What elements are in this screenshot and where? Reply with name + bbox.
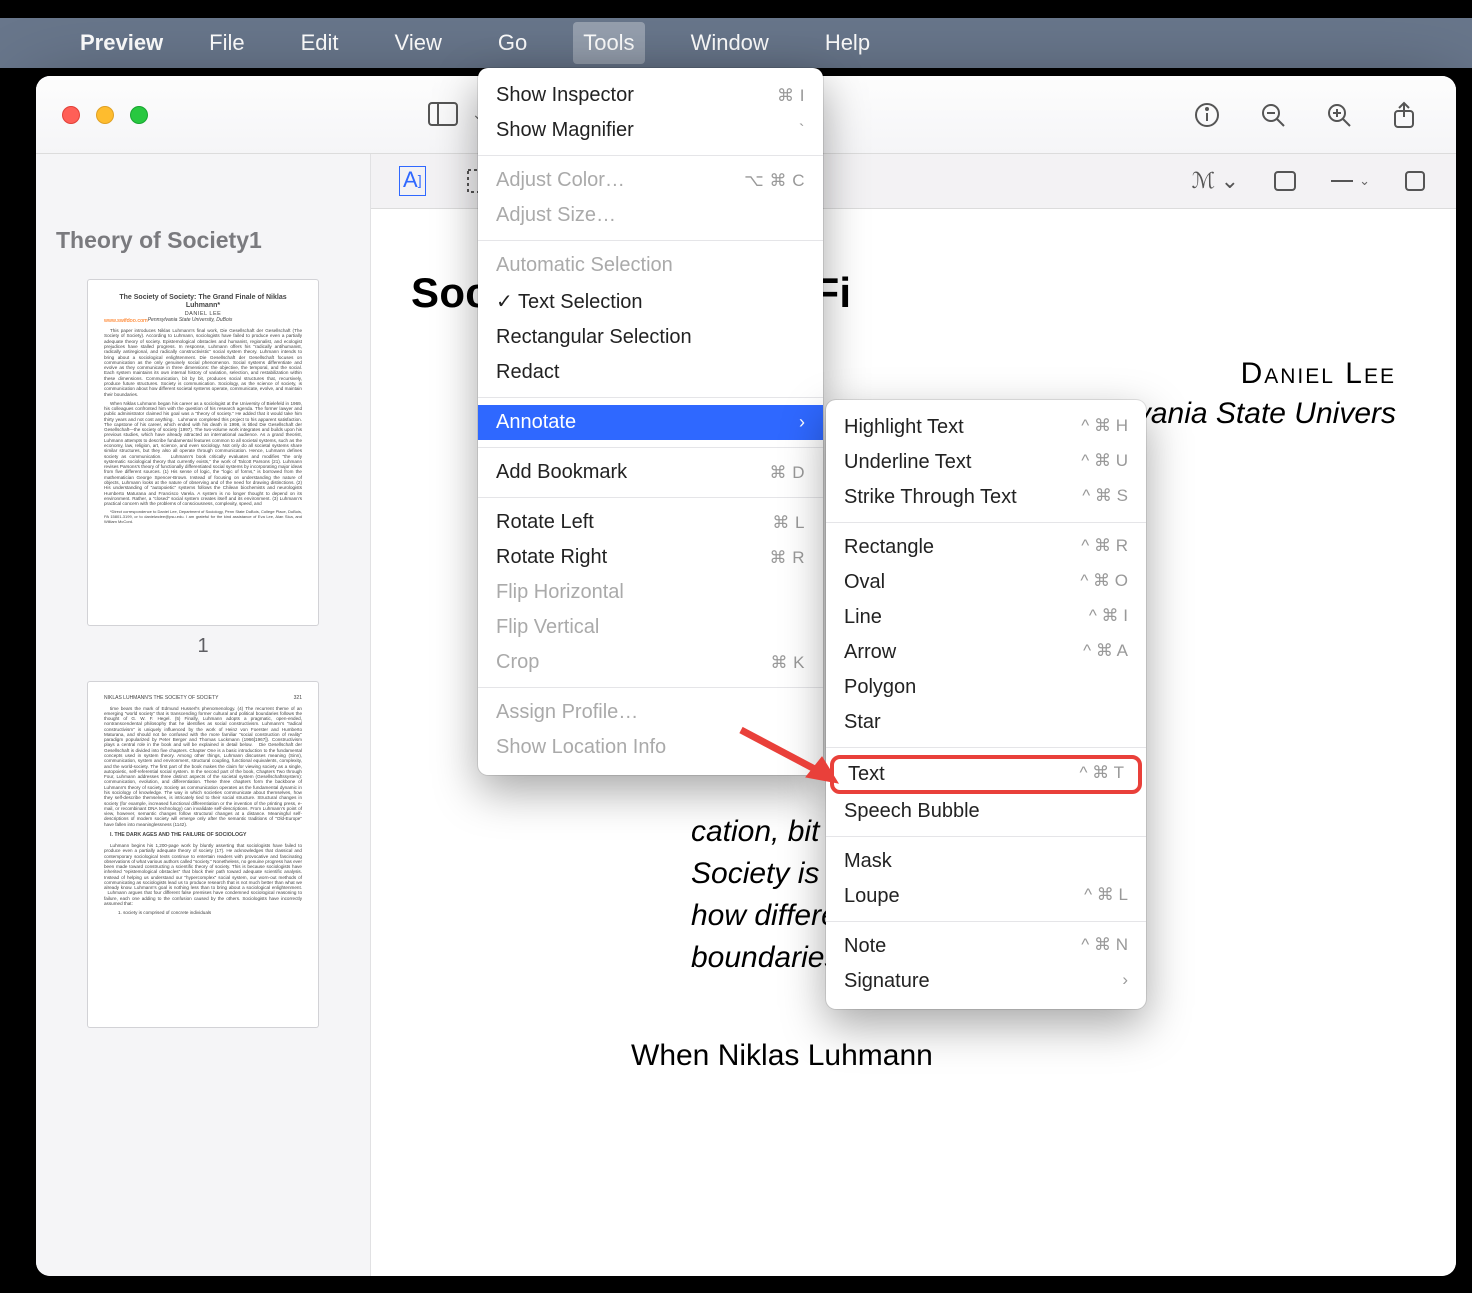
text-tool-button[interactable]: A] <box>399 166 426 196</box>
menu-flip-horizontal: Flip Horizontal <box>478 575 823 610</box>
zoom-out-icon[interactable] <box>1260 102 1286 128</box>
fill-color-icon[interactable] <box>1404 170 1426 192</box>
thumb-title: The Society of Society: The Grand Finale… <box>104 294 302 309</box>
thumb-body: This paper introduces Niklas Luhmann's f… <box>104 328 302 397</box>
annotation-arrow-icon <box>736 725 846 790</box>
thumb2-body: time bears the mark of Edmund Husserl's … <box>104 706 302 827</box>
thumb2-list: 1. society is comprised of concrete indi… <box>112 910 302 915</box>
thumb2-pagenum: 321 <box>294 696 302 702</box>
thumb-body-2: When Niklas Luhmann began his career as … <box>104 401 302 507</box>
thumb2-body-2: Luhmann begins his 1,200-page work by bl… <box>104 843 302 906</box>
menubar-window[interactable]: Window <box>681 22 779 64</box>
submenu-strike-text[interactable]: Strike Through Text^ ⌘ S <box>826 480 1146 515</box>
zoom-in-icon[interactable] <box>1326 102 1352 128</box>
thumb2-header: NIKLAS LUHMANN'S THE SOCIETY OF SOCIETY <box>104 696 218 702</box>
submenu-speech-bubble[interactable]: Speech Bubble <box>826 794 1146 829</box>
menu-adjust-color: Adjust Color…⌥ ⌘ C <box>478 163 823 198</box>
submenu-signature[interactable]: Signature› <box>826 964 1146 999</box>
menu-annotate[interactable]: Annotate› <box>478 405 823 440</box>
submenu-line[interactable]: Line^ ⌘ I <box>826 600 1146 635</box>
thumb2-section-title: I. THE DARK AGES AND THE FAILURE OF SOCI… <box>104 833 302 839</box>
menu-redact[interactable]: Redact <box>478 355 823 390</box>
menu-rotate-right[interactable]: Rotate Right⌘ R <box>478 540 823 575</box>
document-title: Theory of Society1 <box>36 209 370 280</box>
info-icon[interactable] <box>1194 102 1220 128</box>
submenu-arrow[interactable]: Arrow^ ⌘ A <box>826 635 1146 670</box>
menu-show-inspector[interactable]: Show Inspector⌘ I <box>478 78 823 113</box>
window-controls <box>36 106 148 124</box>
share-icon[interactable] <box>1392 101 1416 129</box>
signature-tool-icon[interactable]: ℳ ⌄ <box>1192 168 1239 194</box>
menu-automatic-selection: Automatic Selection <box>478 248 823 283</box>
menu-rotate-left[interactable]: Rotate Left⌘ L <box>478 505 823 540</box>
menubar-help[interactable]: Help <box>815 22 880 64</box>
tools-menu: Show Inspector⌘ I Show Magnifier` Adjust… <box>478 68 823 775</box>
menu-show-magnifier[interactable]: Show Magnifier` <box>478 113 823 148</box>
menubar-view[interactable]: View <box>385 22 452 64</box>
line-style-icon[interactable]: ⌄ <box>1331 173 1370 189</box>
menu-rectangular-selection[interactable]: Rectangular Selection <box>478 320 823 355</box>
page-thumbnail-2[interactable]: NIKLAS LUHMANN'S THE SOCIETY OF SOCIETY … <box>88 682 318 1027</box>
annotate-submenu: Highlight Text^ ⌘ H Underline Text^ ⌘ U … <box>826 400 1146 1009</box>
menubar-file[interactable]: File <box>199 22 254 64</box>
menubar: Preview File Edit View Go Tools Window H… <box>0 18 1472 68</box>
menu-add-bookmark[interactable]: Add Bookmark⌘ D <box>478 455 823 490</box>
thumb-watermark: www.swifdoo.com <box>104 318 148 324</box>
submenu-star[interactable]: Star <box>826 705 1146 740</box>
menubar-tools[interactable]: Tools <box>573 22 644 64</box>
window-minimize-button[interactable] <box>96 106 114 124</box>
sidebar-view-button[interactable] <box>428 102 458 128</box>
submenu-polygon[interactable]: Polygon <box>826 670 1146 705</box>
menu-text-selection[interactable]: ✓Text Selection <box>478 283 823 320</box>
page-thumbnail-1[interactable]: The Society of Society: The Grand Finale… <box>88 280 318 625</box>
menubar-edit[interactable]: Edit <box>291 22 349 64</box>
window-close-button[interactable] <box>62 106 80 124</box>
submenu-note[interactable]: Note^ ⌘ N <box>826 929 1146 964</box>
menu-adjust-size: Adjust Size… <box>478 198 823 233</box>
app-name[interactable]: Preview <box>80 30 163 56</box>
shape-style-icon[interactable] <box>1273 170 1297 192</box>
doc-body-fragment: When Niklas Luhmann <box>411 1039 1416 1073</box>
thumb-affiliation: Pennsylvania State University, DuBois <box>148 317 233 323</box>
thumbnail-sidebar: Theory of Society1 The Society of Societ… <box>36 154 371 1276</box>
submenu-loupe[interactable]: Loupe^ ⌘ L <box>826 879 1146 914</box>
chevron-right-icon: › <box>799 412 805 433</box>
submenu-rectangle[interactable]: Rectangle^ ⌘ R <box>826 530 1146 565</box>
submenu-text[interactable]: Text^ ⌘ T <box>830 755 1142 794</box>
chevron-right-icon: › <box>1122 970 1128 993</box>
thumb-footnote: *Direct correspondence to Daniel Lee, De… <box>104 510 302 524</box>
menubar-go[interactable]: Go <box>488 22 537 64</box>
menu-flip-vertical: Flip Vertical <box>478 610 823 645</box>
submenu-oval[interactable]: Oval^ ⌘ O <box>826 565 1146 600</box>
thumb-page-label: 1 <box>36 635 370 658</box>
submenu-mask[interactable]: Mask <box>826 844 1146 879</box>
menu-crop: Crop⌘ K <box>478 645 823 680</box>
window-zoom-button[interactable] <box>130 106 148 124</box>
submenu-underline-text[interactable]: Underline Text^ ⌘ U <box>826 445 1146 480</box>
submenu-highlight-text[interactable]: Highlight Text^ ⌘ H <box>826 410 1146 445</box>
